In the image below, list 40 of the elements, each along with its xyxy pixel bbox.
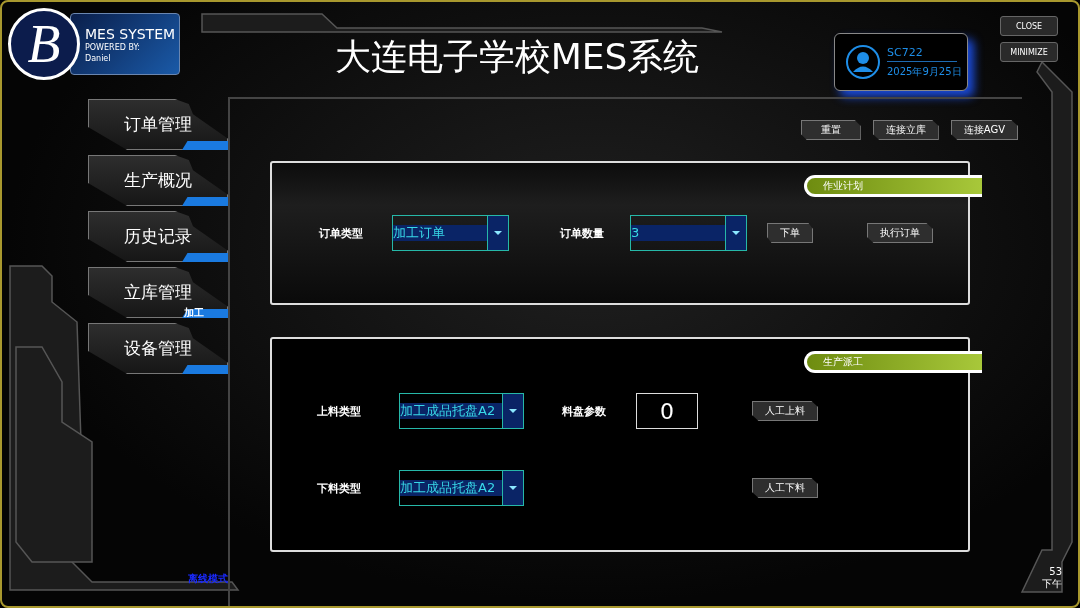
action-button[interactable]: 人工下料 xyxy=(752,478,818,498)
action-button[interactable]: 下单 xyxy=(767,223,813,243)
nav-item[interactable]: 设备管理 xyxy=(88,323,228,374)
nav-item[interactable]: 历史记录 xyxy=(88,211,228,262)
field-label: 订单类型 xyxy=(319,225,364,241)
field-label: 上料类型 xyxy=(317,403,362,419)
caret-icon xyxy=(494,231,502,235)
mode-status: 离线模式 xyxy=(188,572,228,586)
nav-item[interactable]: 订单管理 xyxy=(88,99,228,150)
field-label: 订单数量 xyxy=(560,225,605,241)
toolbar-button[interactable]: 连接立库 xyxy=(872,120,939,140)
caret-icon xyxy=(509,486,517,490)
dropdown[interactable]: 加工成品托盘A2 xyxy=(399,393,524,429)
window-button[interactable]: MINIMIZE xyxy=(1000,42,1058,62)
author-name: Daniel xyxy=(85,53,112,64)
nav-item[interactable]: 立库管理 加工 xyxy=(88,267,228,318)
toolbar-button[interactable]: 连接AGV xyxy=(950,120,1018,140)
action-button[interactable]: 人工上料 xyxy=(752,401,818,421)
nav-sub-label: 加工 xyxy=(184,307,204,319)
toolbar-button[interactable]: 重置 xyxy=(800,120,861,140)
dropdown[interactable]: 3 xyxy=(630,215,747,251)
date-text: 2025年9月25日 xyxy=(887,64,962,79)
app-title: 大连电子学校MES系统 xyxy=(334,36,700,78)
clock-time: 53 xyxy=(1049,566,1062,578)
product-name: MES SYSTEM xyxy=(85,26,177,42)
window-button[interactable]: CLOSE xyxy=(1000,16,1058,36)
caret-icon xyxy=(732,231,740,235)
field-label: 下料类型 xyxy=(317,480,362,496)
dropdown[interactable]: 加工成品托盘A2 xyxy=(399,470,524,506)
action-button[interactable]: 执行订单 xyxy=(867,223,933,243)
powered-by-label: POWERED BY: xyxy=(85,42,141,53)
caret-icon xyxy=(509,409,517,413)
logo-icon: B xyxy=(8,8,80,80)
number-field[interactable]: 0 xyxy=(636,393,698,429)
clock-period: 下午 xyxy=(1042,578,1062,590)
nav-item[interactable]: 生产概况 xyxy=(88,155,228,206)
user-name: SC722 xyxy=(887,45,957,62)
user-avatar-icon xyxy=(845,44,881,80)
field-label: 料盘参数 xyxy=(562,403,607,419)
dropdown[interactable]: 加工订单 xyxy=(392,215,509,251)
